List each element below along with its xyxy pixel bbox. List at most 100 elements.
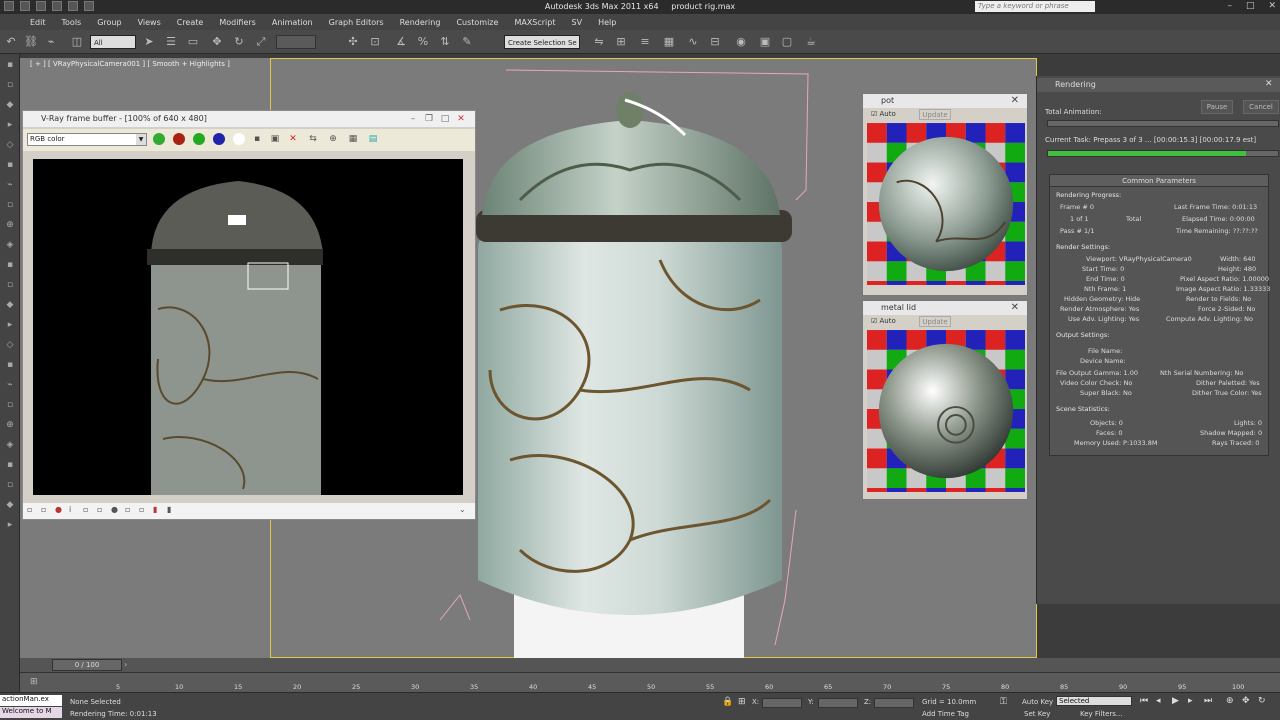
previous-frame-icon[interactable]: ◂ xyxy=(1156,696,1161,706)
clear-image-icon[interactable]: ✕ xyxy=(287,133,299,145)
spinner-snap-icon[interactable]: ⇅ xyxy=(438,35,452,49)
unlink-icon[interactable]: ⌁ xyxy=(44,35,58,49)
red-channel-icon[interactable] xyxy=(173,133,185,145)
common-parameters-header[interactable]: Common Parameters xyxy=(1050,175,1268,187)
close-icon[interactable]: ✕ xyxy=(1011,301,1019,315)
key-icon[interactable]: ⚿ xyxy=(1000,697,1007,707)
undo-icon[interactable]: ↶ xyxy=(4,35,18,49)
close-icon[interactable]: ✕ xyxy=(1011,94,1019,108)
strip-tool-icon[interactable]: ◈ xyxy=(3,440,17,454)
info-icon[interactable]: i xyxy=(69,505,79,516)
select-rotate-icon[interactable]: ↻ xyxy=(232,35,246,49)
strip-tool-icon[interactable]: ▪ xyxy=(3,260,17,274)
maximize-icon[interactable]: □ xyxy=(1246,1,1255,11)
strip-tool-icon[interactable]: ▸ xyxy=(3,320,17,334)
pan-icon[interactable]: ✥ xyxy=(1242,696,1250,706)
strip-tool-icon[interactable]: ◆ xyxy=(3,500,17,514)
duplicate-to-max-vfb-icon[interactable]: ⇆ xyxy=(307,133,319,145)
go-to-end-icon[interactable]: ⏭ xyxy=(1204,696,1212,706)
add-time-tag-button[interactable]: Add Time Tag xyxy=(922,710,969,718)
maxscript-listener[interactable]: actionMan.ex xyxy=(0,695,62,706)
rectangular-selection-icon[interactable]: ▭ xyxy=(186,35,200,49)
strip-tool-icon[interactable]: ◇ xyxy=(3,340,17,354)
save-image-icon[interactable]: ▣ xyxy=(269,133,281,145)
set-key-button[interactable]: Set Key xyxy=(1024,710,1050,718)
y-coordinate-field[interactable] xyxy=(818,698,858,708)
jar-model[interactable] xyxy=(430,60,820,658)
menu-maxscript[interactable]: MAXScript xyxy=(506,18,563,27)
status-icon[interactable]: ▫ xyxy=(83,505,93,516)
update-button[interactable]: Update xyxy=(919,109,951,120)
auto-key-button[interactable]: Auto Key xyxy=(1022,698,1053,706)
z-coordinate-field[interactable] xyxy=(874,698,914,708)
material-editor-icon[interactable]: ◉ xyxy=(734,35,748,49)
render-setup-icon[interactable]: ▣ xyxy=(758,35,772,49)
select-object-icon[interactable]: ➤ xyxy=(142,35,156,49)
pause-button[interactable]: Pause xyxy=(1201,100,1233,114)
status-icon[interactable]: ● xyxy=(55,505,65,516)
blue-channel-icon[interactable] xyxy=(213,133,225,145)
menu-graph-editors[interactable]: Graph Editors xyxy=(321,18,392,27)
menu-edit[interactable]: Edit xyxy=(22,18,54,27)
maximize-icon[interactable]: □ xyxy=(439,113,451,125)
close-icon[interactable]: ✕ xyxy=(1265,79,1273,89)
lock-selection-icon[interactable]: 🔒 xyxy=(722,697,733,707)
viewport-label[interactable]: [ + ] [ VRayPhysicalCamera001 ] [ Smooth… xyxy=(30,60,230,68)
go-to-start-icon[interactable]: ⏮ xyxy=(1140,696,1148,706)
strip-tool-icon[interactable]: ▪ xyxy=(3,460,17,474)
menu-tools[interactable]: Tools xyxy=(54,18,90,27)
strip-tool-icon[interactable]: ⊕ xyxy=(3,420,17,434)
strip-tool-icon[interactable]: ▫ xyxy=(3,280,17,294)
status-icon[interactable]: ▫ xyxy=(97,505,107,516)
time-slider[interactable]: 0 / 100 xyxy=(52,659,122,671)
strip-tool-icon[interactable]: ⊕ xyxy=(3,220,17,234)
graphite-tools-icon[interactable]: ▦ xyxy=(662,35,676,49)
material-preview-pot[interactable]: pot ✕ ☑ Auto Update xyxy=(862,93,1028,296)
auto-checkbox[interactable]: ☑ Auto xyxy=(871,110,896,118)
menu-modifiers[interactable]: Modifiers xyxy=(211,18,264,27)
menu-create[interactable]: Create xyxy=(169,18,212,27)
chevron-down-icon[interactable]: ⌄ xyxy=(459,505,469,516)
select-manipulate-icon[interactable]: ✣ xyxy=(346,35,360,49)
strip-tool-icon[interactable]: ◈ xyxy=(3,240,17,254)
status-icon[interactable]: ▫ xyxy=(27,505,37,516)
select-by-name-icon[interactable]: ☰ xyxy=(164,35,178,49)
strip-tool-icon[interactable]: ▪ xyxy=(3,360,17,374)
search-input[interactable]: Type a keyword or phrase xyxy=(975,1,1095,12)
strip-tool-icon[interactable]: ▫ xyxy=(3,400,17,414)
vray-frame-buffer-window[interactable]: V-Ray frame buffer - [100% of 640 x 480]… xyxy=(22,110,476,520)
render-production-icon[interactable]: ☕ xyxy=(804,35,818,49)
green-channel-icon[interactable] xyxy=(193,133,205,145)
close-icon[interactable]: ✕ xyxy=(455,113,467,125)
mirror-icon[interactable]: ⇋ xyxy=(592,35,606,49)
status-icon[interactable]: ▮ xyxy=(167,505,177,516)
select-link-icon[interactable]: ⛓ xyxy=(24,35,38,49)
rgb-channel-icon[interactable] xyxy=(153,133,165,145)
region-render-icon[interactable]: ▦ xyxy=(347,133,359,145)
strip-tool-icon[interactable]: ▸ xyxy=(3,120,17,134)
maxscript-output[interactable]: Welcome to M xyxy=(0,707,62,718)
schematic-view-icon[interactable]: ⊟ xyxy=(708,35,722,49)
align-icon[interactable]: ⊞ xyxy=(614,35,628,49)
material-preview-metal-lid[interactable]: metal lid ✕ ☑ Auto Update xyxy=(862,300,1028,500)
reference-coordinate-dropdown[interactable] xyxy=(276,35,316,49)
menu-customize[interactable]: Customize xyxy=(448,18,506,27)
strip-tool-icon[interactable]: ▫ xyxy=(3,480,17,494)
alpha-channel-icon[interactable] xyxy=(233,133,245,145)
menu-animation[interactable]: Animation xyxy=(264,18,321,27)
next-frame-icon[interactable]: › xyxy=(124,660,127,669)
status-icon[interactable]: ▮ xyxy=(153,505,163,516)
strip-tool-icon[interactable]: ▫ xyxy=(3,200,17,214)
minimize-icon[interactable]: – xyxy=(1227,1,1232,11)
snaps-toggle-icon[interactable]: ⊡ xyxy=(368,35,382,49)
status-icon[interactable]: ● xyxy=(111,505,121,516)
strip-tool-icon[interactable]: ⌁ xyxy=(3,180,17,194)
render-canvas[interactable] xyxy=(33,159,463,495)
angle-snap-icon[interactable]: ∡ xyxy=(394,35,408,49)
select-scale-icon[interactable]: ⤢ xyxy=(254,35,268,49)
rendering-dialog[interactable]: Rendering ✕ Total Animation: Pause Cance… xyxy=(1036,76,1280,604)
menu-views[interactable]: Views xyxy=(130,18,169,27)
restore-icon[interactable]: ❐ xyxy=(423,113,435,125)
minimize-icon[interactable]: – xyxy=(407,113,419,125)
orbit-icon[interactable]: ↻ xyxy=(1258,696,1266,706)
